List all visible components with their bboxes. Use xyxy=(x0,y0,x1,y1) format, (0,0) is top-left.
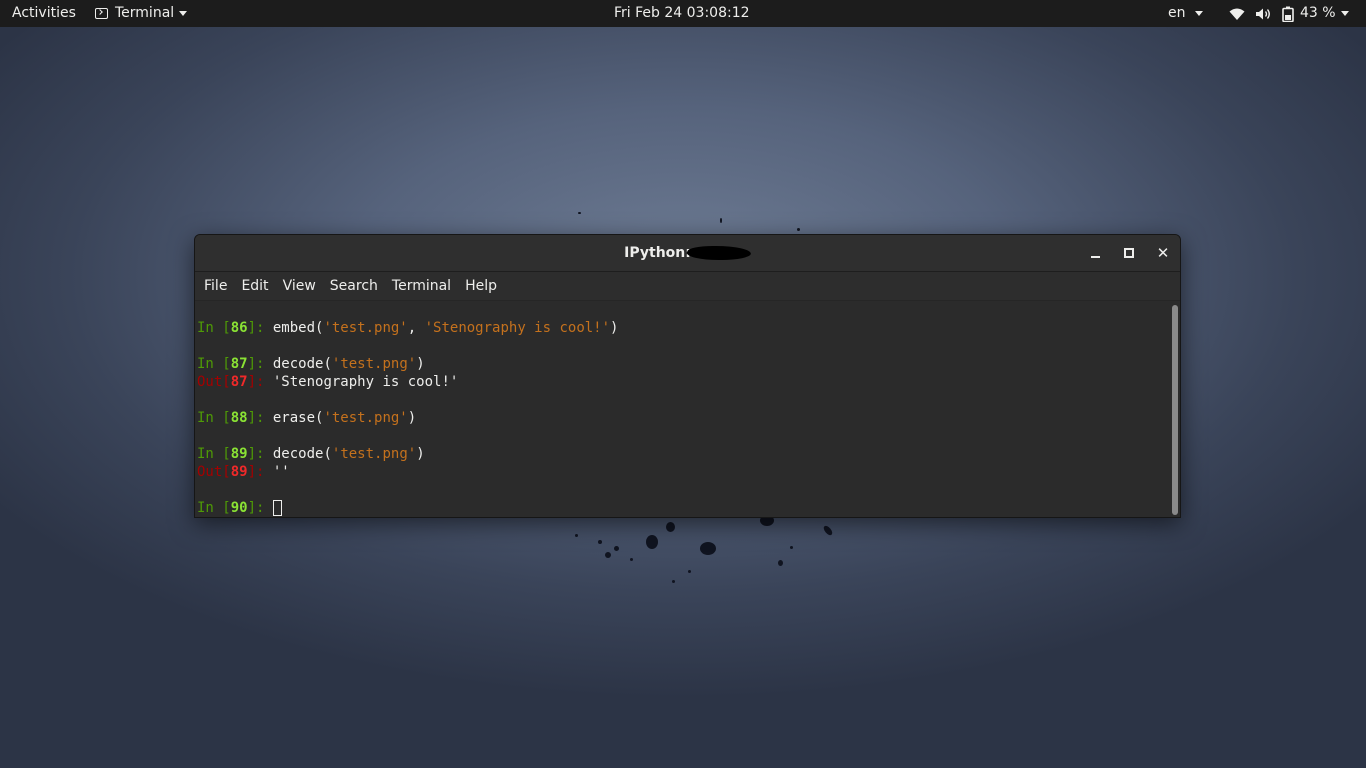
prompt-number: 90 xyxy=(230,500,248,516)
menu-bar: File Edit View Search Terminal Help xyxy=(195,272,1180,301)
prompt-in: ]: xyxy=(247,356,273,372)
string-literal: 'test.png' xyxy=(331,356,417,372)
menu-edit[interactable]: Edit xyxy=(234,272,275,301)
menu-terminal[interactable]: Terminal xyxy=(385,272,458,301)
title-bar[interactable]: IPython: ✕ xyxy=(195,235,1180,272)
system-menu[interactable]: 43 % xyxy=(1229,0,1349,27)
prompt-number: 88 xyxy=(230,410,248,426)
battery-icon xyxy=(1282,6,1294,22)
prompt-in: In [ xyxy=(197,356,231,372)
output-line: Out[87]: 'Stenography is cool!' xyxy=(197,373,458,391)
prompt-in: ]: xyxy=(247,320,273,336)
prompt-in: In [ xyxy=(197,410,231,426)
prompt-in: In [ xyxy=(197,320,231,336)
code-text: decode( xyxy=(272,356,332,372)
code-text: embed( xyxy=(272,320,324,336)
app-menu[interactable]: Terminal xyxy=(95,0,188,27)
window-title: IPython: xyxy=(195,235,1180,272)
input-line: In [89]: decode('test.png') xyxy=(197,445,425,463)
input-line: In [88]: erase('test.png') xyxy=(197,409,416,427)
prompt-out: Out[ xyxy=(197,374,231,390)
menu-view[interactable]: View xyxy=(276,272,323,301)
app-menu-label: Terminal xyxy=(115,5,175,21)
prompt-number: 89 xyxy=(230,446,248,462)
wifi-icon xyxy=(1229,8,1245,20)
prompt-in: ]: xyxy=(247,410,273,426)
chevron-down-icon xyxy=(179,11,188,16)
terminal-icon xyxy=(95,8,108,19)
chevron-down-icon xyxy=(1194,10,1203,16)
input-line: In [90]: xyxy=(197,499,282,517)
menu-help[interactable]: Help xyxy=(458,272,504,301)
code-text: , xyxy=(407,320,425,336)
volume-icon xyxy=(1256,8,1270,19)
close-icon: ✕ xyxy=(1156,244,1170,262)
chevron-down-icon xyxy=(1340,11,1349,16)
prompt-number: 89 xyxy=(230,464,248,480)
input-line: In [87]: decode('test.png') xyxy=(197,355,425,373)
string-literal: 'test.png' xyxy=(331,446,417,462)
battery-percentage: 43 % xyxy=(1300,5,1336,21)
code-text: ) xyxy=(610,320,619,336)
minimize-button[interactable] xyxy=(1086,244,1104,262)
code-text: decode( xyxy=(272,446,332,462)
terminal-output[interactable]: In [86]: embed('test.png', 'Stenography … xyxy=(195,301,1170,517)
input-line: In [86]: embed('test.png', 'Stenography … xyxy=(197,319,618,337)
code-text: ) xyxy=(416,446,425,462)
scrollbar[interactable] xyxy=(1170,301,1180,517)
prompt-out: ]: xyxy=(247,464,273,480)
menu-file[interactable]: File xyxy=(197,272,234,301)
activities-button[interactable]: Activities xyxy=(12,0,76,27)
output-line: Out[89]: '' xyxy=(197,463,290,481)
code-text: ) xyxy=(407,410,417,426)
prompt-in: ]: xyxy=(247,446,273,462)
window-title-text: IPython: xyxy=(624,245,691,261)
prompt-in: ]: xyxy=(247,500,273,516)
redacted-region xyxy=(685,246,753,260)
string-literal: 'test.png' xyxy=(323,410,408,426)
code-text: erase( xyxy=(272,410,324,426)
maximize-button[interactable] xyxy=(1120,244,1138,262)
prompt-in: In [ xyxy=(197,446,231,462)
scrollbar-thumb[interactable] xyxy=(1172,305,1178,515)
code-text: '' xyxy=(272,464,290,480)
prompt-number: 86 xyxy=(230,320,248,336)
prompt-number: 87 xyxy=(230,374,248,390)
language-selector[interactable]: en xyxy=(1168,0,1203,27)
close-button[interactable]: ✕ xyxy=(1154,244,1172,262)
prompt-number: 87 xyxy=(230,356,248,372)
code-text: 'Stenography is cool!' xyxy=(272,374,459,390)
string-literal: 'test.png' xyxy=(323,320,408,336)
prompt-out: ]: xyxy=(247,374,273,390)
minimize-icon xyxy=(1090,255,1100,258)
string-literal: 'Stenography is cool!' xyxy=(424,320,611,336)
code-text: ) xyxy=(416,356,425,372)
clock[interactable]: Fri Feb 24 03:08:12 xyxy=(614,0,750,27)
terminal-window[interactable]: IPython: ✕ File Edit View Search Termina… xyxy=(194,234,1181,518)
prompt-out: Out[ xyxy=(197,464,231,480)
prompt-in: In [ xyxy=(197,500,231,516)
language-label: en xyxy=(1168,5,1186,21)
top-bar: Activities Terminal Fri Feb 24 03:08:12 … xyxy=(0,0,1366,27)
text-cursor xyxy=(272,500,282,516)
maximize-icon xyxy=(1124,248,1134,258)
menu-search[interactable]: Search xyxy=(323,272,385,301)
